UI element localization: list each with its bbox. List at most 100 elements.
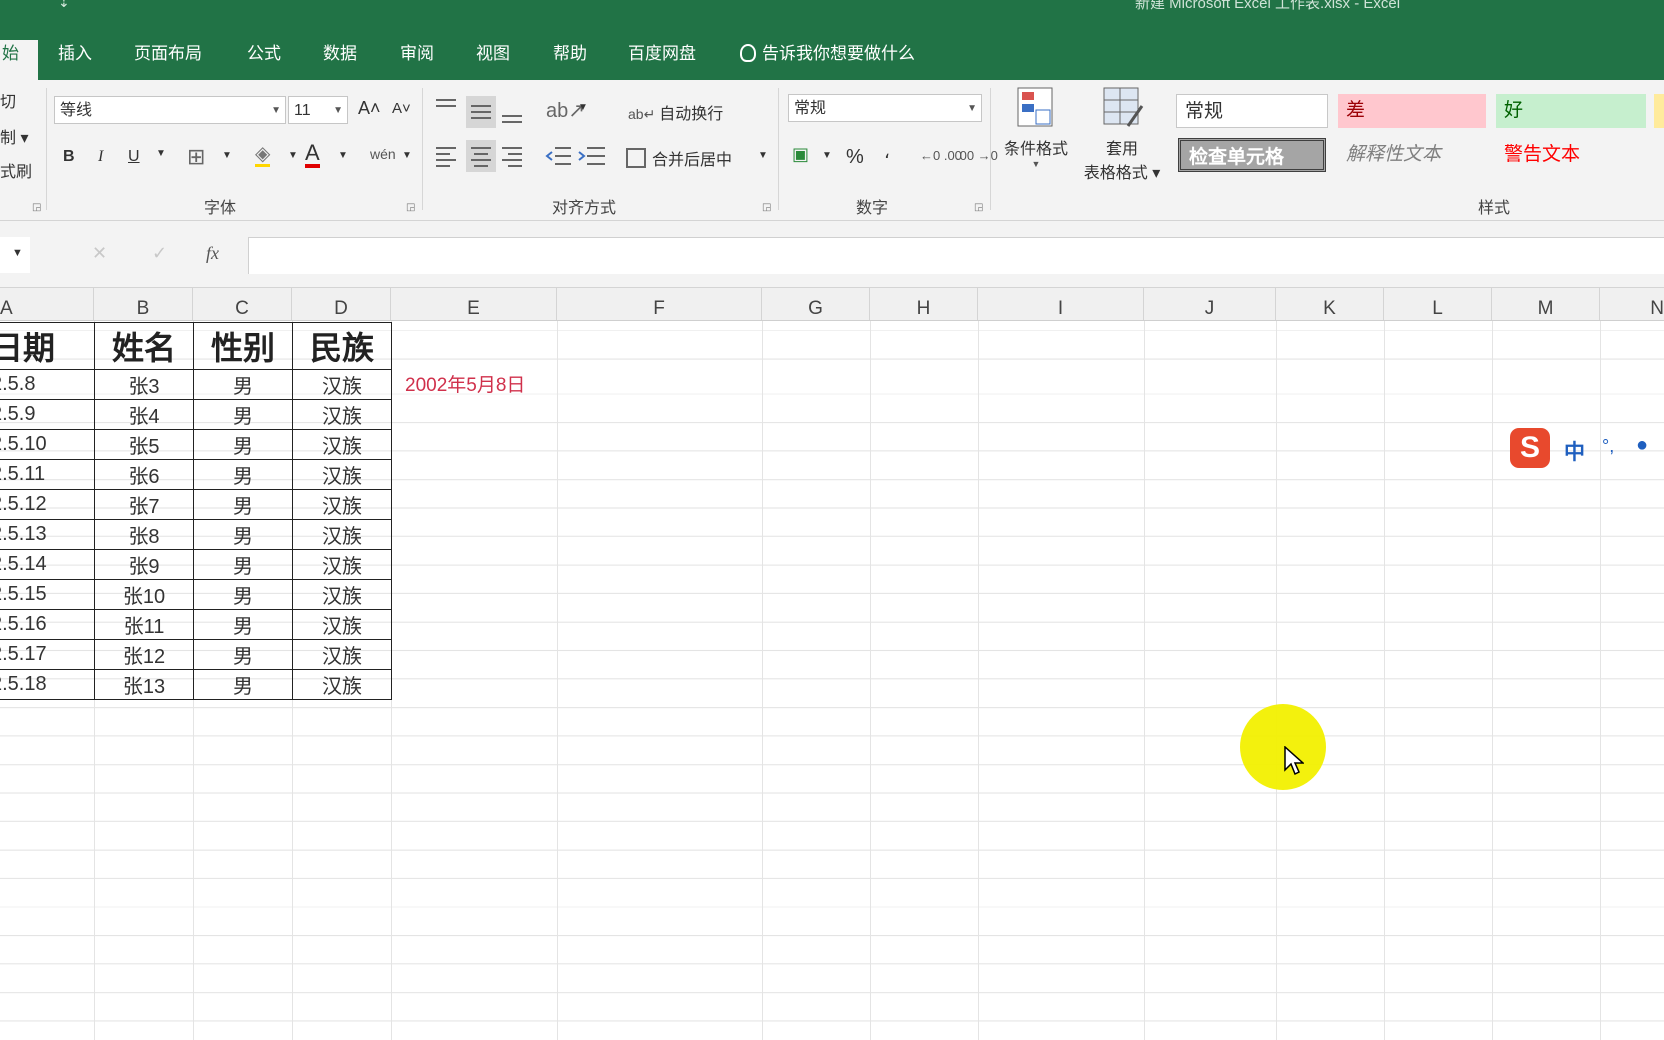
style-warning[interactable]: 警告文本: [1496, 138, 1646, 172]
number-format-combo[interactable]: 常规 ▼: [788, 94, 982, 122]
cancel-icon[interactable]: ✕: [92, 243, 107, 264]
font-color-icon[interactable]: A: [305, 142, 320, 168]
cell-ethnicity[interactable]: 汉族: [292, 639, 392, 670]
cell-ethnicity[interactable]: 汉族: [292, 549, 392, 580]
tab-help[interactable]: 帮助: [553, 40, 587, 80]
cell-name[interactable]: 张8: [94, 519, 194, 550]
cell-name[interactable]: 张4: [94, 399, 194, 430]
cell-date[interactable]: 2.5.9: [0, 399, 95, 430]
tell-me-search[interactable]: 告诉我你想要做什么: [740, 40, 915, 80]
cell-ethnicity[interactable]: 汉族: [292, 399, 392, 430]
chevron-down-icon[interactable]: ▼: [338, 150, 348, 161]
name-box[interactable]: ▼: [0, 237, 30, 273]
format-painter-button[interactable]: 式刷: [0, 158, 32, 182]
column-header-n[interactable]: N: [1600, 288, 1664, 320]
font-launcher-icon[interactable]: ◲: [406, 202, 415, 213]
cell-gender[interactable]: 男: [193, 459, 293, 490]
bold-button[interactable]: B: [63, 148, 75, 166]
cell-name[interactable]: 张7: [94, 489, 194, 520]
cell-gender[interactable]: 男: [193, 639, 293, 670]
column-header-a[interactable]: A: [0, 288, 94, 320]
cell-ethnicity[interactable]: 汉族: [292, 429, 392, 460]
tab-page-layout[interactable]: 页面布局: [134, 40, 202, 80]
chevron-down-icon[interactable]: ▼: [822, 150, 832, 161]
horizontal-align-icons[interactable]: [434, 140, 524, 172]
cell-ethnicity[interactable]: 汉族: [292, 609, 392, 640]
font-name-combo[interactable]: 等线 ▼: [54, 96, 286, 124]
style-bad[interactable]: 差: [1338, 94, 1486, 128]
comma-button[interactable]: ،: [884, 142, 890, 163]
alignment-launcher-icon[interactable]: ◲: [762, 202, 771, 213]
column-header-b[interactable]: B: [94, 288, 193, 320]
cell-name[interactable]: 张9: [94, 549, 194, 580]
column-header-h[interactable]: H: [870, 288, 978, 320]
tab-review[interactable]: 审阅: [400, 40, 434, 80]
tab-view[interactable]: 视图: [476, 40, 510, 80]
sogou-logo-icon[interactable]: S: [1510, 428, 1550, 468]
cell-gender[interactable]: 男: [193, 489, 293, 520]
cell-gender[interactable]: 男: [193, 369, 293, 400]
percent-button[interactable]: %: [846, 146, 864, 169]
underline-dropdown-icon[interactable]: ▼: [156, 148, 166, 159]
cell-date[interactable]: 2.5.13: [0, 519, 95, 550]
column-header-l[interactable]: L: [1384, 288, 1492, 320]
style-neutral-partial[interactable]: [1654, 94, 1664, 128]
tab-formulas[interactable]: 公式: [247, 40, 281, 80]
phonetic-icon[interactable]: wén: [370, 146, 396, 162]
cell-name[interactable]: 张5: [94, 429, 194, 460]
cell-date[interactable]: 2.5.8: [0, 369, 95, 400]
currency-icon[interactable]: ▣: [792, 144, 809, 165]
clipboard-launcher-icon[interactable]: ◲: [32, 202, 41, 213]
cell-ethnicity[interactable]: 汉族: [292, 579, 392, 610]
tab-insert[interactable]: 插入: [58, 40, 92, 80]
cell-e2[interactable]: 2002年5月8日: [405, 370, 525, 397]
decrease-decimal-button[interactable]: .00 →0: [956, 148, 998, 163]
ime-punct-toggle[interactable]: °,: [1602, 436, 1614, 457]
header-cell-name[interactable]: 姓名: [94, 322, 194, 370]
column-header-g[interactable]: G: [762, 288, 870, 320]
copy-button[interactable]: 制 ▾: [0, 124, 28, 148]
cell-gender[interactable]: 男: [193, 609, 293, 640]
header-cell-gender[interactable]: 性别: [193, 322, 293, 370]
chevron-down-icon[interactable]: ▼: [288, 150, 298, 161]
tab-home[interactable]: 始: [0, 40, 38, 80]
formula-input[interactable]: [248, 237, 1664, 274]
cell-date[interactable]: 2.5.12: [0, 489, 95, 520]
cell-date[interactable]: 2.5.14: [0, 549, 95, 580]
font-size-combo[interactable]: 11 ▼: [288, 96, 348, 124]
cell-name[interactable]: 张13: [94, 669, 194, 700]
chevron-down-icon[interactable]: ▼: [578, 102, 588, 113]
merge-center-button[interactable]: 合并后居中: [626, 146, 732, 170]
border-icon[interactable]: ⊞: [187, 144, 205, 170]
italic-button[interactable]: I: [98, 148, 103, 166]
insert-function-icon[interactable]: fx: [206, 243, 219, 264]
conditional-format-button[interactable]: 条件格式 ▼: [998, 86, 1074, 169]
underline-button[interactable]: U: [128, 148, 140, 166]
cell-name[interactable]: 张11: [94, 609, 194, 640]
cell-name[interactable]: 张6: [94, 459, 194, 490]
cell-date[interactable]: 2.5.17: [0, 639, 95, 670]
column-header-m[interactable]: M: [1492, 288, 1600, 320]
column-header-i[interactable]: I: [978, 288, 1144, 320]
cell-gender[interactable]: 男: [193, 429, 293, 460]
cell-name[interactable]: 张12: [94, 639, 194, 670]
quick-access-customize[interactable]: ⇣: [58, 0, 70, 11]
style-explanatory[interactable]: 解释性文本: [1338, 138, 1486, 172]
cell-ethnicity[interactable]: 汉族: [292, 459, 392, 490]
cell-ethnicity[interactable]: 汉族: [292, 669, 392, 700]
column-header-d[interactable]: D: [292, 288, 391, 320]
enter-icon[interactable]: ✓: [152, 243, 167, 264]
cell-date[interactable]: 2.5.15: [0, 579, 95, 610]
grow-font-button[interactable]: A˄: [358, 98, 381, 119]
column-header-e[interactable]: E: [391, 288, 557, 320]
shrink-font-button[interactable]: A˅: [392, 100, 411, 117]
cell-date[interactable]: 2.5.11: [0, 459, 95, 490]
cell-ethnicity[interactable]: 汉族: [292, 489, 392, 520]
cell-name[interactable]: 张3: [94, 369, 194, 400]
cell-gender[interactable]: 男: [193, 549, 293, 580]
cut-button[interactable]: 切: [0, 88, 16, 112]
cell-ethnicity[interactable]: 汉族: [292, 369, 392, 400]
cell-name[interactable]: 张10: [94, 579, 194, 610]
cell-gender[interactable]: 男: [193, 399, 293, 430]
chevron-down-icon[interactable]: ▼: [402, 150, 412, 161]
